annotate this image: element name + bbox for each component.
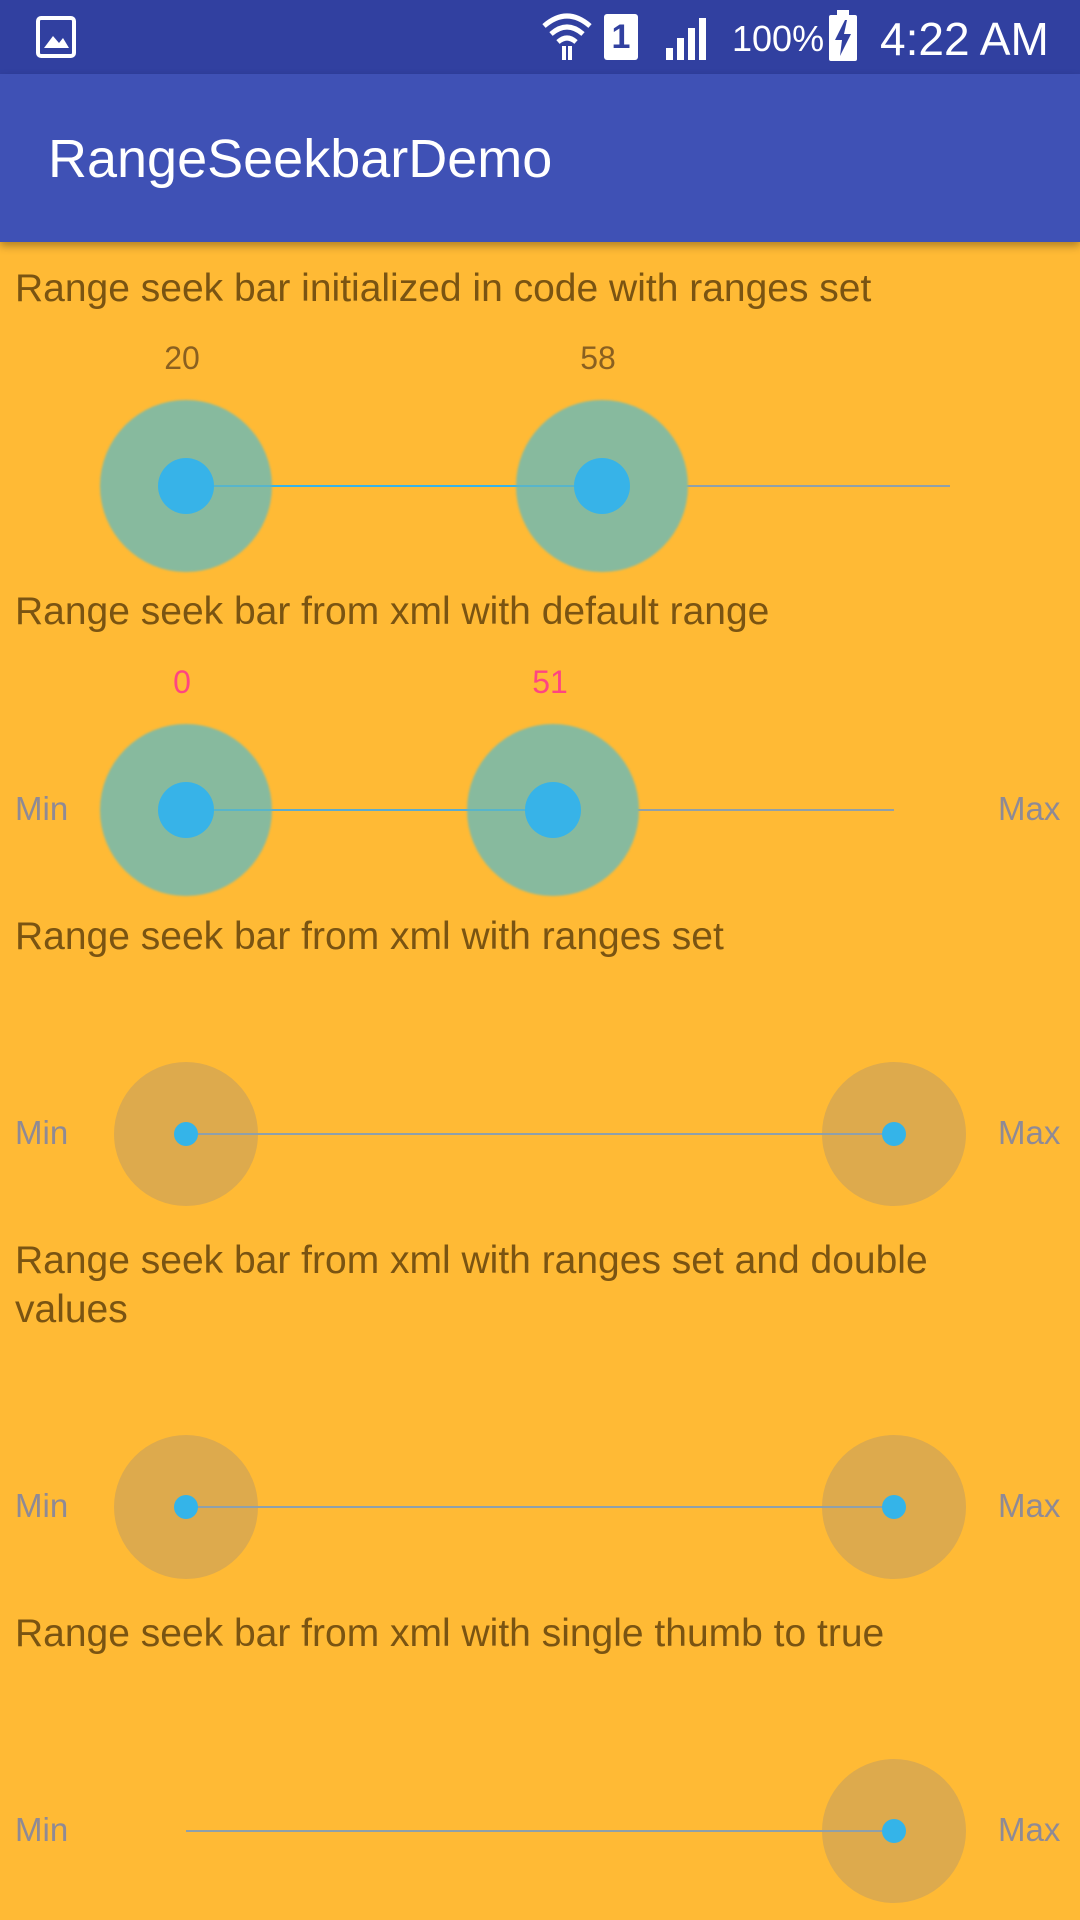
section-4-min-label: Min [15,1487,69,1524]
image-icon [36,16,76,58]
clock: 4:22 AM [880,13,1049,65]
section-2-selected-range [186,809,553,811]
section-5-label: Range seek bar from xml with single thum… [15,1612,885,1655]
signal-icon [666,18,706,60]
section-1-max-thumb[interactable] [574,458,630,514]
section-3-label: Range seek bar from xml with ranges set [15,915,724,958]
section-3-track [186,1133,894,1135]
section-2-label: Range seek bar from xml with default ran… [15,590,770,633]
section-2-max-thumb[interactable] [525,782,581,838]
section-4-max-label: Max [998,1487,1061,1524]
section-3-max-thumb[interactable] [882,1122,906,1146]
section-4-min-thumb[interactable] [174,1495,198,1519]
section-2-min-thumb[interactable] [158,782,214,838]
wifi-icon [542,13,592,60]
section-1-max-value: 58 [580,340,616,376]
section-2-min-label: Min [15,790,69,827]
section-5-min-label: Min [15,1811,69,1848]
section-5-track [186,1830,894,1832]
section-1-selected-range-overlay [186,485,602,487]
section-5-thumb[interactable] [882,1819,906,1843]
section-2-min-value: 0 [173,664,191,700]
section-2-max-value: 51 [532,664,568,700]
section-3-min-label: Min [15,1114,69,1151]
section-5-max-label: Max [998,1811,1061,1848]
section-3-max-label: Max [998,1114,1061,1151]
app-title: RangeSeekbarDemo [48,129,553,189]
section-1-label: Range seek bar initialized in code with … [15,267,872,310]
app-bar: RangeSeekbarDemo [0,74,1080,242]
section-4-track [186,1506,894,1508]
battery-charging-icon [829,10,857,61]
section-1-min-thumb[interactable] [158,458,214,514]
section-4-max-thumb[interactable] [882,1495,906,1519]
section-4-label: Range seek bar from xml with ranges set … [15,1239,928,1331]
status-bar: 1 100% 4:22 AM [0,0,1080,74]
battery-percent: 100% [732,18,825,59]
section-1-min-value: 20 [164,340,200,376]
section-2-max-label: Max [998,790,1061,827]
sim-indicator: 1 [604,14,638,60]
main-content: Range seek bar initialized in code with … [0,242,1080,1920]
sim-label: 1 [611,18,631,56]
section-3-min-thumb[interactable] [174,1122,198,1146]
